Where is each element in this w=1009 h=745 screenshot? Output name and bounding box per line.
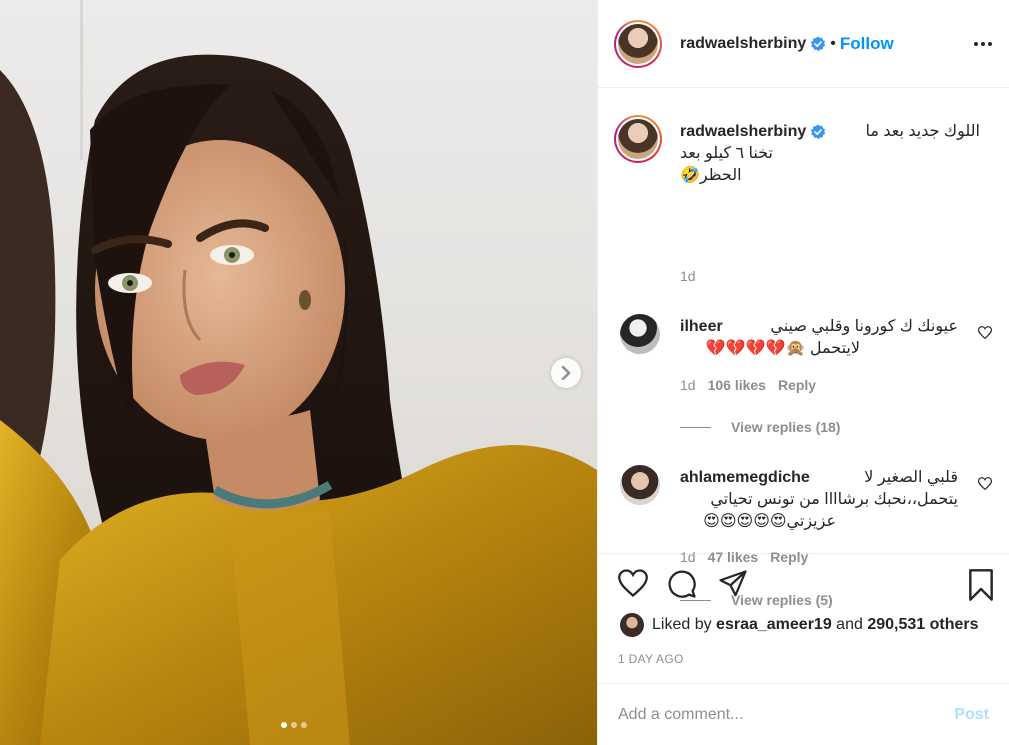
save-bookmark-icon[interactable]	[967, 569, 995, 606]
liked-by-others[interactable]: 290,531 others	[867, 616, 978, 634]
chevron-right-icon	[561, 366, 571, 380]
liked-by-prefix: Liked by	[652, 616, 712, 633]
liked-by-summary: Liked by esraa_ameer19 and 290,531 other…	[620, 613, 979, 637]
add-comment-bar: Post	[598, 683, 1009, 745]
post-photo	[0, 0, 597, 745]
commenter-avatar[interactable]	[620, 465, 660, 505]
comment-text-line: لايتحمل 🙊💔💔💔💔	[705, 340, 860, 357]
carousel-dot	[291, 722, 297, 728]
caption-username[interactable]: radwaelsherbiny	[680, 123, 806, 141]
commenter-avatar[interactable]	[620, 314, 660, 354]
add-comment-input[interactable]	[618, 705, 955, 724]
commenter-username[interactable]: ahlamemegdiche	[680, 469, 810, 487]
post-media[interactable]	[0, 0, 597, 745]
post-side-panel: radwaelsherbiny • Follow radwaelsherbiny…	[597, 0, 1009, 745]
verified-badge-icon	[810, 36, 826, 52]
share-paper-plane-icon[interactable]	[718, 569, 748, 604]
post-header: radwaelsherbiny • Follow	[598, 0, 1009, 88]
comment-bubble-icon[interactable]	[667, 569, 697, 604]
comment-text-line: قلبي الصغير لا	[864, 469, 958, 486]
author-avatar[interactable]	[614, 19, 662, 68]
like-comment-heart-icon[interactable]	[977, 477, 993, 495]
caption-author-avatar[interactable]	[614, 115, 662, 163]
post-actions	[598, 555, 1009, 615]
comment-item: ilheer عيونك ك كورونا وقلبي صيني لايتحمل…	[614, 314, 994, 435]
post-comment-button[interactable]: Post	[954, 706, 989, 724]
carousel-dots	[281, 722, 307, 728]
comment-text-line: يتحمل،،نحبك برشاااا من تونس تحياتي	[710, 491, 958, 508]
header-separator: •	[830, 34, 836, 52]
reply-button[interactable]: Reply	[778, 377, 816, 393]
caption-text-line: تخنا ٦ كيلو بعد الحظر🤣	[680, 145, 773, 184]
follow-button[interactable]: Follow	[840, 34, 894, 54]
view-replies-button[interactable]: View replies (18)	[680, 419, 840, 435]
post-timestamp[interactable]: 1 DAY AGO	[618, 652, 684, 666]
like-heart-icon[interactable]	[618, 569, 648, 602]
comment-text-line: عزيزتي😍😍😍😍😍	[703, 513, 836, 530]
comment-time: 1d	[680, 377, 696, 393]
commenter-username[interactable]: ilheer	[680, 318, 723, 336]
carousel-dot	[301, 722, 307, 728]
carousel-dot	[281, 722, 287, 728]
like-comment-heart-icon[interactable]	[977, 326, 993, 344]
comments-list: radwaelsherbiny اللوك جديد بعد ما تخنا ٦…	[598, 88, 1009, 608]
liker-avatar[interactable]	[620, 613, 644, 637]
post-caption: radwaelsherbiny اللوك جديد بعد ما تخنا ٦…	[614, 115, 994, 205]
caption-time: 1d	[680, 268, 696, 284]
comment-text-line: عيونك ك كورونا وقلبي صيني	[770, 318, 958, 335]
verified-badge-icon	[810, 124, 826, 140]
view-replies-label: View replies (18)	[731, 419, 841, 435]
more-options-icon[interactable]	[973, 34, 993, 59]
comment-likes[interactable]: 106 likes	[708, 377, 766, 393]
liked-by-connector: and	[836, 616, 863, 633]
liked-by-user[interactable]: esraa_ameer19	[716, 616, 832, 634]
next-image-button[interactable]	[551, 358, 581, 388]
caption-text-line: اللوك جديد بعد ما	[865, 123, 980, 140]
author-username[interactable]: radwaelsherbiny	[680, 35, 806, 53]
